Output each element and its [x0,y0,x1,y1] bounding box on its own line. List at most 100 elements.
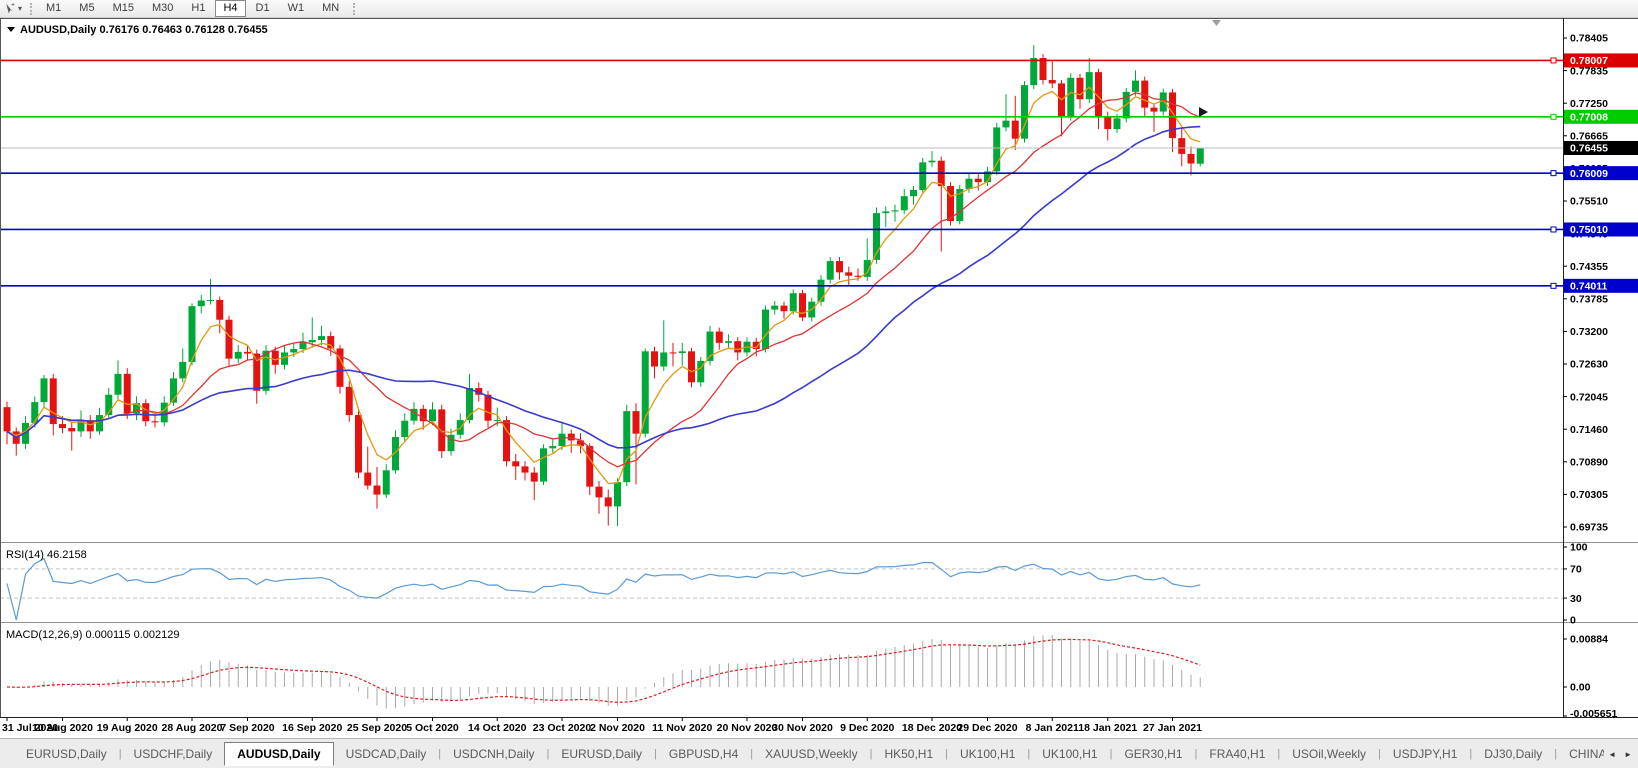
bear-candle [568,434,575,441]
timeframe-button-d1[interactable]: D1 [248,0,278,17]
symbol-tab-usdcad-daily[interactable]: USDCAD,Daily [334,743,439,765]
scroll-left-icon[interactable]: ◄ [1608,750,1616,759]
date-tick-label: 30 Nov 2020 [772,722,833,734]
timeframe-toolbar: ▾ M1M5M15M30H1H4D1W1MN [0,0,1638,18]
bear-candle [1040,58,1047,80]
symbol-tab-audusd-daily[interactable]: AUDUSD,Daily [224,742,333,766]
price-tick-label: 0.76665 [1570,131,1608,143]
bull-candle [1114,118,1121,129]
price-tick-label: 0.73200 [1570,326,1608,338]
svg-text:0.76455: 0.76455 [1570,143,1608,155]
svg-text:0.75010: 0.75010 [1570,224,1608,236]
bear-candle [845,272,852,275]
bull-candle [910,190,917,196]
hline-handle[interactable] [1551,171,1556,176]
bull-candle [1003,121,1010,128]
symbol-tab-usdchf-daily[interactable]: USDCHF,Daily [122,743,225,765]
bull-candle [1067,78,1074,117]
bear-candle [716,332,723,343]
symbol-tab-eurusd-daily[interactable]: EURUSD,Daily [549,743,654,765]
bull-candle [31,402,38,423]
bear-candle [836,261,843,272]
bull-candle [235,352,242,359]
price-tick-label: 0.78405 [1570,33,1608,45]
bear-candle [596,487,603,498]
bear-candle [124,374,131,413]
bull-candle [198,301,205,307]
bull-candle [966,179,973,189]
bull-candle [790,293,797,311]
crosshair-tool-icon[interactable] [3,2,17,16]
bear-candle [531,473,538,482]
symbol-tab-uk100-h1[interactable]: UK100,H1 [1030,743,1109,765]
symbol-tab-xauusd-weekly[interactable]: XAUUSD,Weekly [753,743,869,765]
hline-handle[interactable] [1551,114,1556,119]
price-flag-0.76009: 0.76009 [1564,166,1638,180]
bear-candle [364,473,371,486]
bull-candle [725,341,732,343]
bear-candle [244,352,251,354]
symbol-tab-uk100-h1[interactable]: UK100,H1 [948,743,1027,765]
symbol-tab-eurusd-daily[interactable]: EURUSD,Daily [14,743,119,765]
bear-candle [1188,154,1195,164]
symbol-tab-hk50-h1[interactable]: HK50,H1 [872,743,945,765]
timeframe-button-m1[interactable]: M1 [38,0,69,17]
timeframe-button-h4[interactable]: H4 [215,0,245,17]
symbol-tab-fra40-h1[interactable]: FRA40,H1 [1197,743,1277,765]
timeframe-button-m5[interactable]: M5 [71,0,102,17]
timeframe-button-m30[interactable]: M30 [144,0,181,17]
price-tick-label: 0.74355 [1570,261,1608,273]
macd-label: MACD(12,26,9) 0.000115 0.002129 [6,629,179,641]
bear-candle [1178,138,1185,154]
timeframe-button-m15[interactable]: M15 [105,0,142,17]
toolbar-grip[interactable] [30,3,32,15]
bear-candle [272,351,279,365]
date-tick-label: 28 Aug 2020 [162,722,223,734]
date-tick-label: 2 Nov 2020 [590,722,645,734]
chart-canvas[interactable]: 0.784050.778350.772500.766650.760850.755… [0,18,1638,738]
price-tick-label: 0.73785 [1570,294,1608,306]
bull-candle [827,261,834,280]
bear-candle [975,179,982,182]
bear-candle [1104,116,1111,129]
bull-candle [309,340,316,342]
hline-handle[interactable] [1551,227,1556,232]
svg-text:0.76009: 0.76009 [1570,168,1608,180]
date-tick-label: 16 Sep 2020 [282,722,342,734]
timeframe-button-w1[interactable]: W1 [280,0,313,17]
timeframe-button-mn[interactable]: MN [314,0,347,17]
bull-candle [614,482,621,506]
scroll-right-icon[interactable]: ► [1624,750,1632,759]
symbol-tab-gbpusd-h4[interactable]: GBPUSD,H4 [657,743,750,765]
symbol-tabs: EURUSD,Daily|USDCHF,DailyAUDUSD,DailyUSD… [0,742,1608,766]
symbol-tab-china300-h1[interactable]: CHINA300,H1 [1557,743,1608,765]
bear-candle [485,395,492,421]
symbol-tab-usdcnh-daily[interactable]: USDCNH,Daily [441,743,546,765]
dropdown-caret-icon[interactable]: ▾ [18,4,22,13]
toolbar-grip[interactable] [353,3,355,15]
symbol-tab-ger30-h1[interactable]: GER30,H1 [1112,743,1194,765]
hline-handle[interactable] [1551,283,1556,288]
bear-candle [216,300,223,320]
symbol-tab-dj30-daily[interactable]: DJ30,Daily [1472,743,1554,765]
bear-candle [59,424,66,428]
chart-title: AUDUSD,Daily 0.76176 0.76463 0.76128 0.7… [20,24,268,36]
bull-candle [290,349,297,352]
bull-candle [549,446,556,448]
bear-candle [670,352,677,353]
bull-candle [660,352,667,366]
bull-candle [300,342,307,349]
price-flag-0.78007: 0.78007 [1564,53,1638,67]
date-tick-label: 25 Sep 2020 [347,722,407,734]
bull-candle [901,196,908,210]
bull-candle [892,210,899,211]
symbol-tab-usoil-weekly[interactable]: USOil,Weekly [1280,743,1378,765]
symbol-tab-usdjpy-h1[interactable]: USDJPY,H1 [1381,743,1469,765]
hline-handle[interactable] [1551,58,1556,63]
bull-candle [207,300,214,301]
date-tick-label: 19 Aug 2020 [97,722,158,734]
bear-candle [374,486,381,495]
timeframe-button-h1[interactable]: H1 [183,0,213,17]
bull-candle [929,161,936,163]
price-tick-label: 0.77250 [1570,98,1608,110]
